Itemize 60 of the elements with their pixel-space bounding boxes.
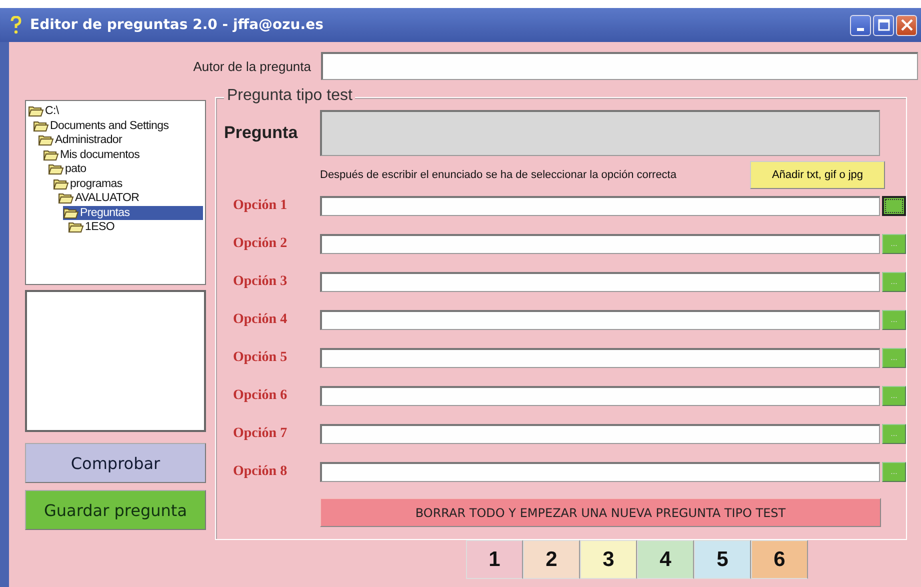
- tree-item[interactable]: Administrador: [38, 133, 203, 148]
- option-field[interactable]: [320, 310, 880, 330]
- maximize-button[interactable]: [873, 14, 894, 36]
- option-label: Opción 1: [232, 198, 288, 214]
- option-field[interactable]: [320, 424, 880, 444]
- tree-item[interactable]: pato: [48, 162, 203, 176]
- author-field[interactable]: [321, 52, 918, 80]
- option-field[interactable]: [320, 386, 880, 406]
- option-label: Opción 6: [232, 388, 288, 404]
- question-field[interactable]: [320, 110, 880, 156]
- minimize-button[interactable]: [850, 14, 871, 36]
- folder-icon: [33, 120, 49, 132]
- page-tab[interactable]: 2: [523, 540, 580, 579]
- page-tab[interactable]: 6: [751, 540, 808, 579]
- maximize-icon: [878, 19, 890, 31]
- tree-item[interactable]: 1ESO: [68, 220, 203, 234]
- save-button[interactable]: Guardar pregunta: [25, 490, 206, 530]
- tree-item[interactable]: Documents and Settings: [33, 118, 203, 133]
- folder-icon: [48, 163, 64, 176]
- file-list[interactable]: [25, 290, 206, 432]
- help-icon: [10, 16, 22, 34]
- tree-item[interactable]: AVALUATOR: [58, 191, 203, 206]
- option-field[interactable]: [320, 462, 880, 482]
- folder-icon: [43, 148, 59, 161]
- check-button[interactable]: Comprobar: [25, 443, 206, 483]
- author-label: Autor de la pregunta: [192, 58, 311, 74]
- hint-text: Después de escribir el enunciado se ha de seleccionar la opción correcta: [320, 169, 678, 181]
- group-title: Pregunta tipo test: [224, 87, 356, 105]
- option-label: Opción 2: [232, 236, 288, 252]
- page-tab[interactable]: 1: [466, 540, 523, 579]
- option-label: Opción 3: [232, 274, 288, 290]
- option-field[interactable]: [320, 348, 880, 368]
- minimize-icon: [857, 28, 864, 31]
- tree-item[interactable]: Mis documentos: [43, 148, 203, 162]
- tree-item[interactable]: Preguntas: [63, 206, 203, 220]
- page-tab[interactable]: 5: [694, 540, 751, 579]
- option-field[interactable]: [320, 272, 880, 292]
- option-button[interactable]: [882, 196, 906, 216]
- option-label: Opción 4: [232, 312, 288, 328]
- option-field[interactable]: [320, 234, 880, 254]
- window-title: Editor de preguntas 2.0 - jffa@ozu.es: [30, 17, 324, 33]
- question-label: Pregunta: [224, 123, 299, 143]
- option-label: Opción 5: [232, 350, 288, 366]
- reset-button[interactable]: BORRAR TODO Y EMPEZAR UNA NUEVA PREGUNTA TIPO TEST: [320, 498, 881, 527]
- option-label: Opción 8: [232, 464, 288, 480]
- page-tab[interactable]: 4: [637, 540, 694, 579]
- folder-icon: [38, 134, 54, 146]
- close-icon: [900, 19, 912, 31]
- option-field[interactable]: [320, 196, 880, 216]
- folder-icon: [58, 192, 74, 204]
- close-button[interactable]: [896, 14, 917, 36]
- tree-item[interactable]: C:\: [28, 104, 203, 118]
- folder-icon: [63, 206, 79, 219]
- folder-icon: [28, 105, 44, 118]
- page-tab[interactable]: 3: [580, 540, 637, 579]
- attach-button[interactable]: Añadir txt, gif o jpg: [750, 161, 885, 189]
- option-label: Opción 7: [232, 426, 288, 442]
- folder-icon: [68, 221, 84, 234]
- tree-item[interactable]: programas: [53, 176, 203, 191]
- folder-icon: [53, 178, 69, 190]
